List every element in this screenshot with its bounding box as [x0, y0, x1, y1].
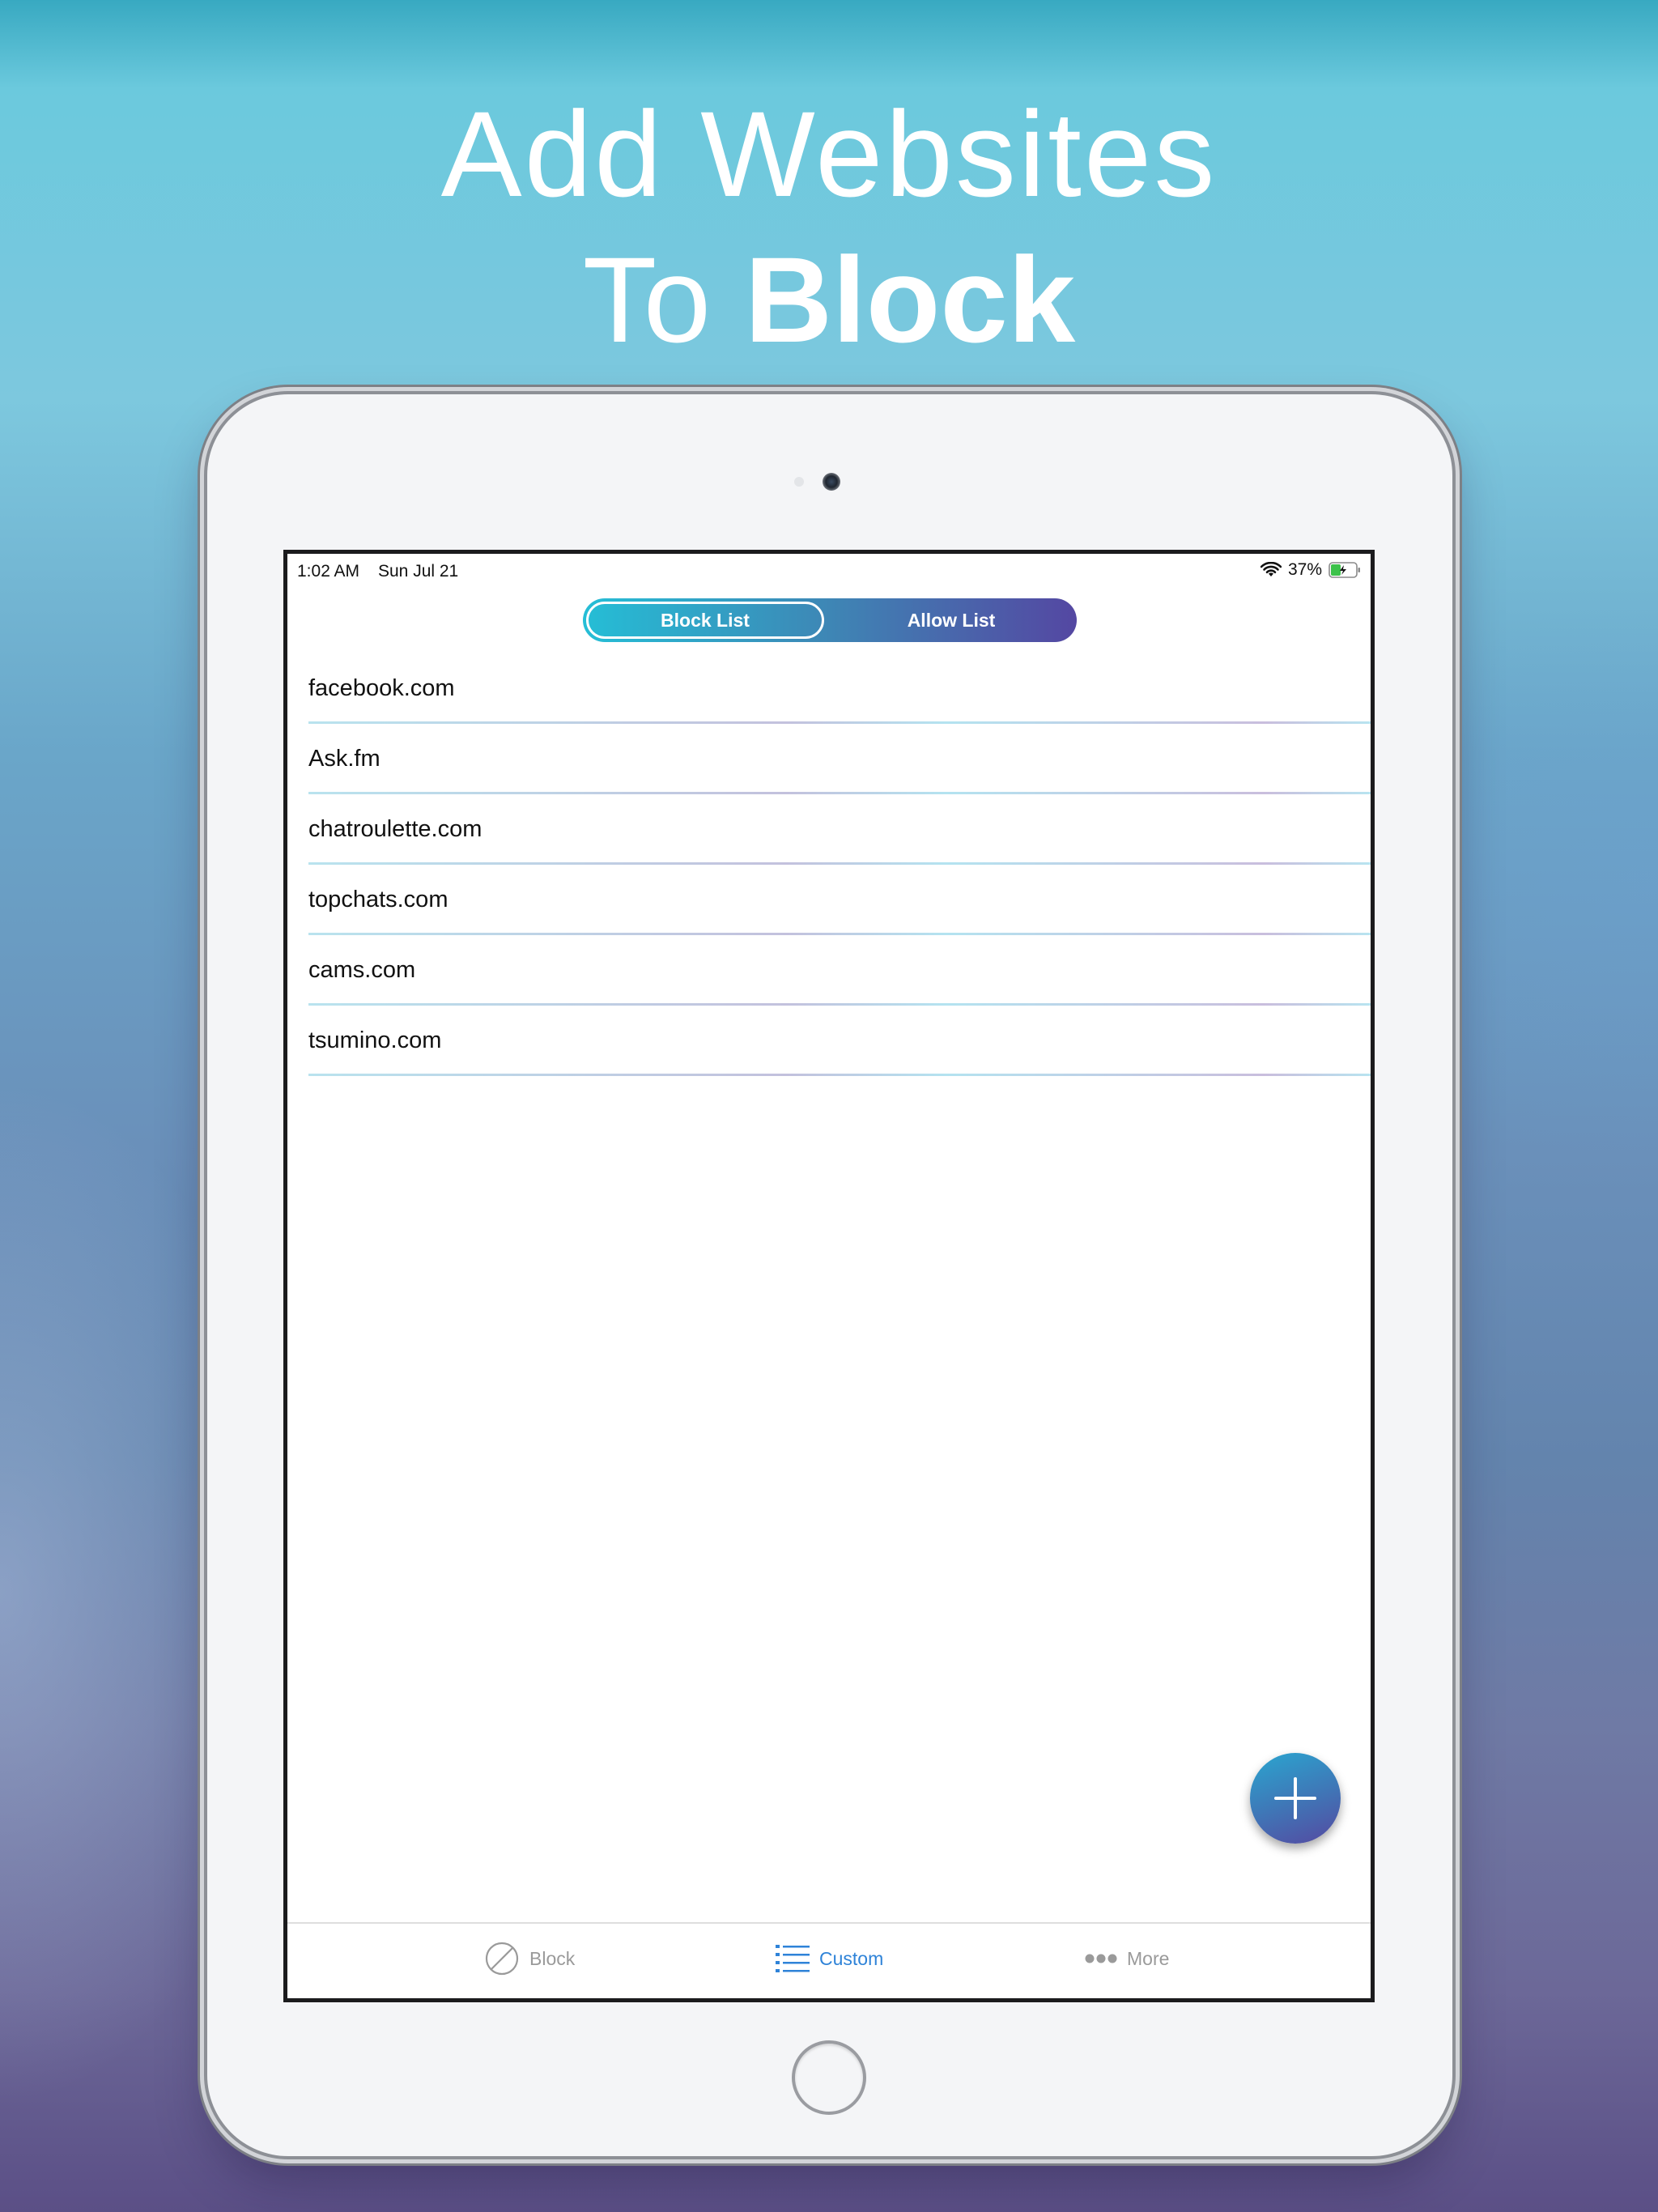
list-segmented-control: Block List Allow List	[583, 598, 1077, 642]
list-item[interactable]: cams.com	[287, 935, 1371, 1006]
list-item[interactable]: chatroulette.com	[287, 794, 1371, 865]
tab-label-block: Block	[529, 1947, 576, 1969]
block-icon	[485, 1942, 519, 1976]
list-item[interactable]: topchats.com	[287, 865, 1371, 935]
status-date: Sun Jul 21	[378, 562, 459, 581]
list-item[interactable]: tsumino.com	[287, 1006, 1371, 1076]
tab-allow-list[interactable]: Allow List	[830, 598, 1073, 642]
site-label: facebook.com	[308, 675, 455, 701]
row-divider	[308, 1074, 1371, 1076]
wifi-icon	[1260, 562, 1282, 576]
battery-percentage: 37%	[1287, 560, 1322, 579]
home-button[interactable]	[792, 2040, 866, 2115]
status-indicators: 37%	[1260, 560, 1361, 580]
front-camera	[823, 473, 840, 491]
tab-label-more: More	[1127, 1947, 1170, 1969]
battery-icon	[1329, 562, 1360, 578]
tab-block[interactable]: Block	[484, 1938, 575, 1979]
blocked-sites-list: facebook.com Ask.fm chatroulette.com top…	[287, 653, 1371, 1076]
headline-prefix: To	[582, 232, 745, 368]
site-label: Ask.fm	[308, 746, 380, 772]
status-bar: 1:02 AM Sun Jul 21 37%	[287, 554, 1371, 583]
more-icon	[1085, 1954, 1117, 1963]
list-item[interactable]: facebook.com	[287, 653, 1371, 724]
site-label: chatroulette.com	[308, 816, 483, 842]
site-label: tsumino.com	[308, 1027, 442, 1053]
headline-line-1: Add Websites	[440, 86, 1218, 222]
tab-block-list[interactable]: Block List	[586, 602, 824, 639]
plus-icon	[1274, 1777, 1316, 1819]
tab-custom[interactable]: Custom	[776, 1938, 883, 1979]
headline-bold: Block	[744, 232, 1076, 368]
status-time: 1:02 AM	[297, 562, 360, 581]
app-screen: 1:02 AM Sun Jul 21 37% Block List Allow …	[283, 550, 1375, 2002]
list-item[interactable]: Ask.fm	[287, 724, 1371, 794]
site-label: topchats.com	[308, 887, 449, 912]
site-label: cams.com	[308, 957, 416, 983]
tab-bar: Block Custom More	[287, 1922, 1371, 1998]
headline-line-2: To Block	[0, 227, 1658, 372]
sensor-dot	[794, 477, 804, 487]
tab-more[interactable]: More	[1085, 1938, 1169, 1979]
add-website-button[interactable]	[1250, 1753, 1341, 1844]
tab-label-custom: Custom	[819, 1947, 884, 1969]
list-icon	[776, 1945, 810, 1972]
